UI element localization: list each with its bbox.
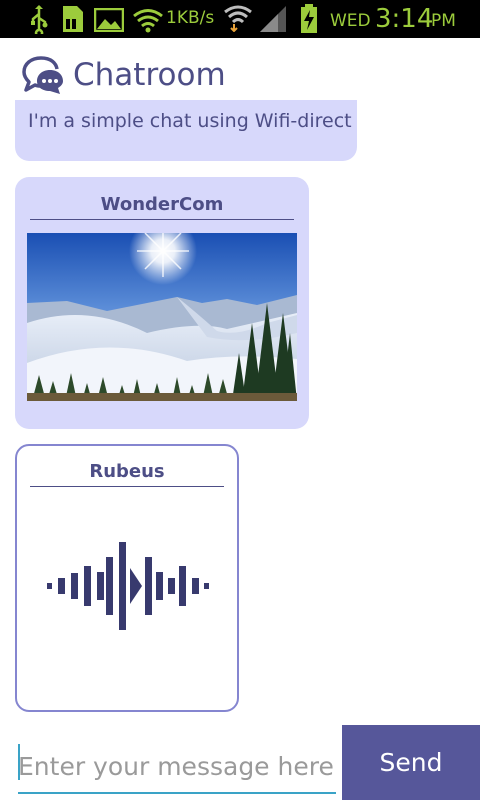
chat-message-image[interactable]: WonderCom: [15, 177, 309, 429]
usb-icon: [31, 5, 48, 34]
snowy-mountain-photo[interactable]: [27, 233, 297, 401]
status-time: 3:14: [375, 4, 434, 34]
sender-name: Rubeus: [89, 461, 165, 482]
sender-name: WonderCom: [100, 194, 224, 215]
wifi-data-icon: [224, 5, 252, 32]
chat-message-audio[interactable]: Rubeus: [15, 444, 239, 712]
chat-message-text[interactable]: I'm a simple chat using Wifi-direct: [15, 100, 357, 161]
status-day: WED: [330, 11, 371, 31]
sender-divider: [30, 486, 224, 487]
sd-card-icon: [63, 6, 83, 32]
message-input[interactable]: [18, 740, 336, 792]
battery-charging-icon: [301, 4, 317, 33]
sender-divider: [30, 219, 294, 220]
message-body: I'm a simple chat using Wifi-direct: [28, 110, 352, 132]
image-icon: [94, 8, 124, 32]
status-ampm: PM: [431, 11, 456, 31]
audio-waveform-play-icon[interactable]: [47, 542, 211, 630]
wifi-icon: [133, 9, 163, 33]
text-cursor: [18, 744, 20, 780]
status-bar: 1KB/s WED 3:14 PM: [0, 0, 480, 38]
chat-bubbles-icon: [22, 56, 63, 94]
send-button[interactable]: Send: [342, 725, 480, 800]
network-speed: 1KB/s: [166, 8, 215, 28]
page-title: Chatroom: [73, 57, 226, 93]
signal-icon: [260, 6, 286, 32]
input-underline: [18, 792, 336, 794]
